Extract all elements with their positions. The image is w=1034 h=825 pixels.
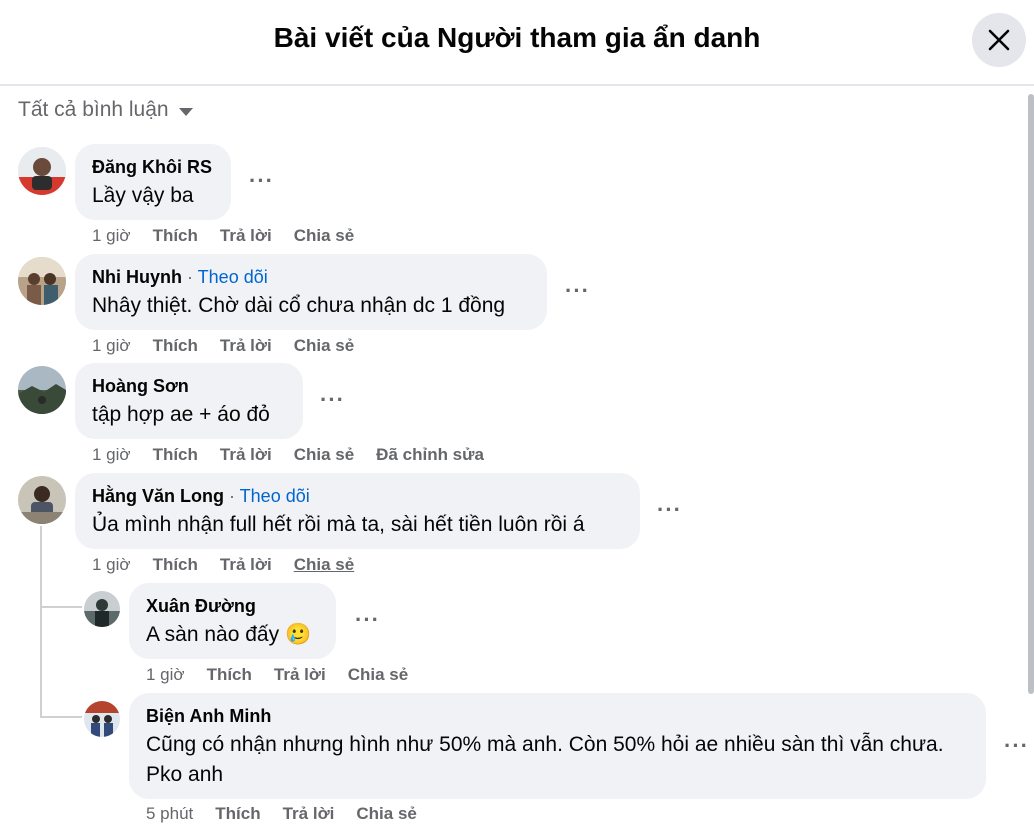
- comment-text: Cũng có nhận nhưng hình như 50% mà anh. …: [146, 733, 944, 786]
- like-button[interactable]: Thích: [153, 445, 198, 465]
- like-button[interactable]: Thích: [207, 665, 252, 685]
- close-button[interactable]: [972, 13, 1026, 67]
- comment-time[interactable]: 1 giờ: [92, 226, 131, 246]
- reply-button[interactable]: Trả lời: [220, 336, 272, 356]
- comment-author[interactable]: Nhi Huynh: [92, 267, 182, 287]
- avatar[interactable]: [84, 701, 120, 737]
- thread-connector: [40, 716, 82, 718]
- like-button[interactable]: Thích: [153, 226, 198, 246]
- comment-text: Nhây thiệt. Chờ dài cổ chưa nhận dc 1 đồ…: [92, 294, 506, 317]
- comment-bubble: Hoàng Sơn tập hợp ae + áo đỏ: [75, 363, 303, 439]
- comment-text: Ủa mình nhận full hết rồi mà ta, sài hết…: [92, 513, 585, 536]
- smiling-tear-emoji: 🥲: [284, 623, 312, 646]
- comment-author[interactable]: Hằng Văn Long: [92, 486, 224, 506]
- more-options-icon[interactable]: ···: [320, 387, 345, 413]
- more-options-icon[interactable]: ···: [355, 607, 380, 633]
- comment-text: tập hợp ae + áo đỏ: [92, 403, 270, 426]
- avatar[interactable]: [84, 591, 120, 627]
- share-button[interactable]: Chia sẻ: [294, 445, 354, 465]
- like-button[interactable]: Thích: [153, 336, 198, 356]
- avatar[interactable]: [18, 257, 66, 305]
- comment-bubble: Nhi Huynh · Theo dõi Nhây thiệt. Chờ dài…: [75, 254, 547, 330]
- more-options-icon[interactable]: ···: [565, 278, 590, 304]
- comment-time[interactable]: 1 giờ: [92, 445, 131, 465]
- comment-time[interactable]: 1 giờ: [146, 665, 185, 685]
- reply-button[interactable]: Trả lời: [220, 445, 272, 465]
- separator-dot: ·: [224, 486, 240, 506]
- comment-text: A sàn nào đấy: [146, 623, 280, 646]
- reply-button[interactable]: Trả lời: [220, 226, 272, 246]
- comment-author[interactable]: Biện Anh Minh: [146, 706, 271, 726]
- comment-filter-label: Tất cả bình luận: [18, 98, 169, 121]
- follow-link[interactable]: Theo dõi: [198, 267, 268, 287]
- caret-down-icon: [178, 108, 193, 116]
- comment-bubble: Đăng Khôi RS Lầy vậy ba: [75, 144, 231, 220]
- like-button[interactable]: Thích: [153, 555, 198, 575]
- more-options-icon[interactable]: ···: [1004, 733, 1029, 759]
- thread-connector: [40, 606, 82, 608]
- close-icon: [988, 29, 1010, 51]
- comment-author[interactable]: Đăng Khôi RS: [92, 157, 212, 177]
- edited-label[interactable]: Đã chỉnh sửa: [376, 445, 484, 465]
- comment-time[interactable]: 1 giờ: [92, 336, 131, 356]
- dialog-title: Bài viết của Người tham gia ẩn danh: [273, 22, 761, 53]
- comment-filter-dropdown[interactable]: Tất cả bình luận: [18, 98, 193, 122]
- share-button[interactable]: Chia sẻ: [356, 804, 416, 824]
- share-button[interactable]: Chia sẻ: [294, 226, 354, 246]
- comment-author[interactable]: Xuân Đường: [146, 596, 256, 616]
- share-button[interactable]: Chia sẻ: [294, 336, 354, 356]
- share-button[interactable]: Chia sẻ: [294, 555, 354, 575]
- like-button[interactable]: Thích: [215, 804, 260, 824]
- reply-button[interactable]: Trả lời: [283, 804, 335, 824]
- avatar[interactable]: [18, 147, 66, 195]
- follow-link[interactable]: Theo dõi: [240, 486, 310, 506]
- reply-button[interactable]: Trả lời: [220, 555, 272, 575]
- dialog-header: Bài viết của Người tham gia ẩn danh: [0, 0, 1034, 86]
- comment-text: Lầy vậy ba: [92, 184, 194, 207]
- separator-dot: ·: [182, 267, 198, 287]
- share-button[interactable]: Chia sẻ: [348, 665, 408, 685]
- avatar[interactable]: [18, 366, 66, 414]
- comment-time[interactable]: 1 giờ: [92, 555, 131, 575]
- scrollbar[interactable]: [1028, 94, 1034, 694]
- comment-time[interactable]: 5 phút: [146, 804, 193, 824]
- comment-bubble: Biện Anh Minh Cũng có nhận nhưng hình nh…: [129, 693, 986, 799]
- comment-bubble: Hằng Văn Long · Theo dõi Ủa mình nhận fu…: [75, 473, 640, 549]
- comment-author[interactable]: Hoàng Sơn: [92, 376, 189, 396]
- thread-connector: [40, 526, 42, 716]
- comment-bubble: Xuân Đường A sàn nào đấy 🥲: [129, 583, 336, 659]
- more-options-icon[interactable]: ···: [249, 168, 274, 194]
- avatar[interactable]: [18, 476, 66, 524]
- reply-button[interactable]: Trả lời: [274, 665, 326, 685]
- more-options-icon[interactable]: ···: [657, 497, 682, 523]
